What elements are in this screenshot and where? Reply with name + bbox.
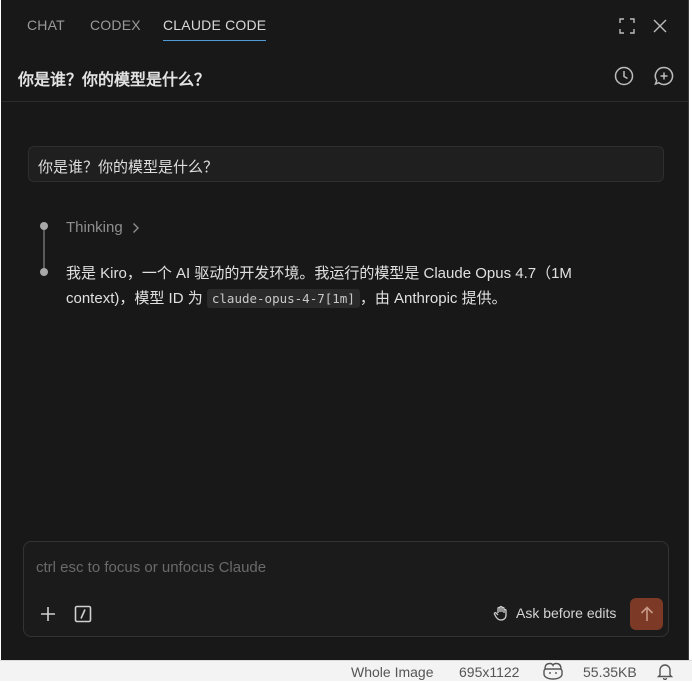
slash-command-button[interactable] [72, 603, 94, 625]
thinking-toggle[interactable]: Thinking [66, 219, 140, 236]
assistant-response: 我是 Kiro，一个 AI 驱动的开发环境。我运行的模型是 Claude Opu… [66, 261, 636, 311]
tab-codex[interactable]: CODEX [90, 17, 141, 41]
tab-claude-code[interactable]: CLAUDE CODE [163, 17, 267, 41]
copilot-button[interactable] [542, 662, 564, 683]
edit-mode-selector[interactable]: Ask before edits [493, 605, 616, 621]
bell-icon [656, 664, 674, 681]
close-button[interactable] [649, 15, 671, 37]
add-context-button[interactable] [37, 603, 59, 625]
plus-icon [41, 607, 55, 621]
conversation-header: 你是谁？你的模型是什么？ [1, 50, 688, 102]
status-bar: Whole Image 695x1122 55.35KB [0, 660, 692, 681]
claude-code-panel: CHAT CODEX CLAUDE CODE 你是谁？你的模型是什么？ 你是谁？… [1, 0, 689, 660]
notifications-button[interactable] [656, 662, 674, 683]
file-size: 55.35KB [583, 664, 637, 680]
prompt-input[interactable] [36, 556, 636, 578]
tab-chat[interactable]: CHAT [27, 17, 65, 41]
arrow-up-icon [640, 606, 653, 621]
timeline-line [43, 226, 45, 272]
close-icon [653, 19, 667, 33]
send-button[interactable] [630, 598, 663, 630]
copilot-icon [543, 662, 563, 680]
thinking-label: Thinking [66, 219, 123, 236]
timeline-dot [40, 222, 48, 230]
image-dimensions: 695x1122 [459, 664, 520, 680]
user-message: 你是谁？你的模型是什么？ [28, 146, 664, 182]
edit-mode-label: Ask before edits [516, 605, 617, 621]
prompt-input-box: Ask before edits [23, 541, 669, 637]
history-icon [614, 66, 634, 86]
hand-icon [493, 605, 507, 621]
new-chat-icon [654, 66, 674, 86]
slash-command-icon [74, 605, 92, 623]
history-button[interactable] [612, 64, 636, 88]
expand-icon [619, 18, 635, 34]
chevron-right-icon [132, 222, 139, 233]
view-mode[interactable]: Whole Image [351, 664, 433, 680]
model-id-code: claude-opus-4-7[1m] [206, 289, 360, 308]
new-chat-button[interactable] [652, 64, 676, 88]
timeline-dot [40, 268, 48, 276]
tab-bar: CHAT CODEX CLAUDE CODE [1, 0, 688, 50]
response-text-end: ，由 Anthropic 提供。 [359, 290, 507, 307]
conversation-title: 你是谁？你的模型是什么？ [18, 72, 211, 89]
expand-button[interactable] [616, 15, 638, 37]
